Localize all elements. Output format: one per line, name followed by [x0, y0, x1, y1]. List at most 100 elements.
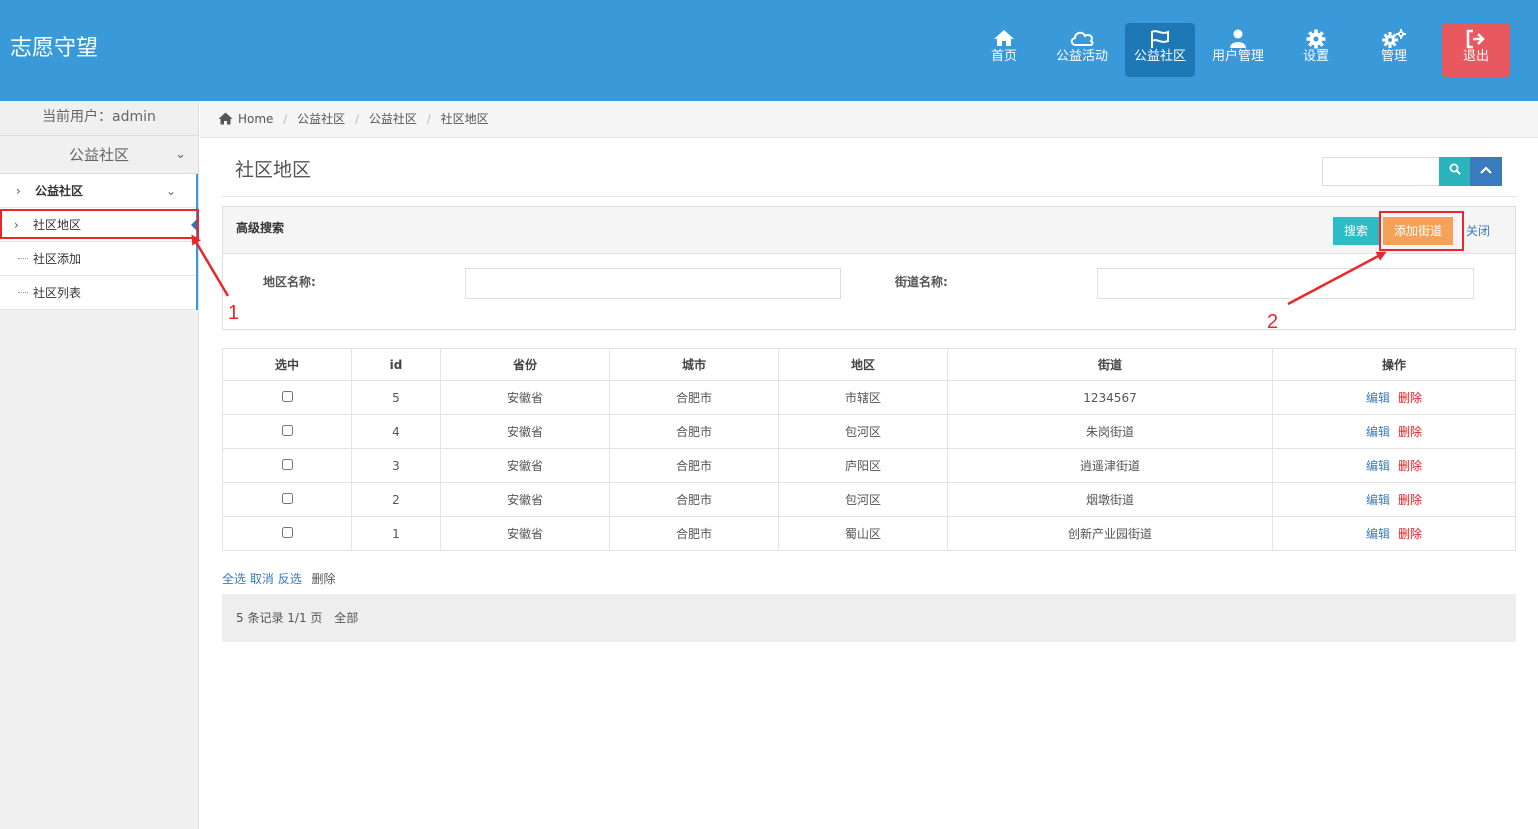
tree-dot-line	[18, 258, 28, 259]
cloud-icon	[1047, 23, 1117, 49]
region-name-input[interactable]	[465, 268, 841, 299]
breadcrumb-home[interactable]: Home	[238, 112, 273, 126]
top-header: 志愿守望 首页 公益活动 公益社区 用户管理 设置 管理 退出	[0, 0, 1538, 101]
sidebar-submenu-label: 公益社区	[35, 184, 84, 198]
quick-search-button[interactable]	[1439, 157, 1470, 186]
table-row: 2 安徽省 合肥市 包河区 烟墩街道 编辑 删除	[222, 482, 1516, 517]
column-header: 地区	[778, 348, 948, 381]
edit-link[interactable]: 编辑	[1366, 425, 1390, 439]
row-checkbox[interactable]	[281, 458, 293, 470]
breadcrumb-separator: /	[426, 112, 431, 126]
column-header[interactable]: id	[351, 348, 441, 381]
column-header: 省份	[440, 348, 610, 381]
region-table: 选中 id 省份 城市 地区 街道 操作 5 安徽省 合肥市 市辖区 12345…	[222, 348, 1516, 551]
cell-district: 庐阳区	[778, 448, 948, 483]
cell-actions: 编辑 删除	[1272, 448, 1516, 483]
advanced-search-panel: 高级搜索 搜索 添加街道 关闭 地区名称: 街道名称:	[222, 206, 1516, 330]
delete-link[interactable]: 删除	[1398, 527, 1422, 541]
table-header-row: 选中 id 省份 城市 地区 街道 操作	[222, 348, 1516, 381]
cell-district: 蜀山区	[778, 516, 948, 551]
search-button[interactable]: 搜索	[1333, 217, 1379, 245]
nav-settings[interactable]: 设置	[1281, 23, 1351, 77]
bulk-delete-link[interactable]: 删除	[312, 572, 336, 586]
breadcrumb: Home / 公益社区 / 公益社区 / 社区地区	[200, 101, 1538, 138]
close-search-link[interactable]: 关闭	[1466, 217, 1490, 245]
row-checkbox[interactable]	[281, 526, 293, 538]
invert-selection-link[interactable]: 反选	[278, 572, 302, 586]
select-all-link[interactable]: 全选	[222, 572, 246, 586]
cell-city: 合肥市	[609, 380, 779, 415]
column-header: 选中	[222, 348, 352, 381]
annotation-highlight-sidebar	[0, 209, 199, 239]
chevron-down-icon: ⌄	[165, 184, 176, 198]
chevron-up-icon	[1480, 164, 1492, 178]
nav-community-label: 公益社区	[1133, 49, 1186, 64]
sign-out-icon	[1442, 23, 1510, 49]
cell-province: 安徽省	[440, 380, 610, 415]
delete-link[interactable]: 删除	[1398, 391, 1422, 405]
annotation-highlight-add-button	[1379, 211, 1464, 251]
gears-icon	[1359, 23, 1429, 49]
nav-logout-label: 退出	[1462, 49, 1489, 64]
cell-province: 安徽省	[440, 516, 610, 551]
annotation-number-1: 1	[228, 302, 240, 324]
table-row: 1 安徽省 合肥市 蜀山区 创新产业园街道 编辑 删除	[222, 516, 1516, 551]
row-select-cell	[222, 448, 352, 483]
edit-link[interactable]: 编辑	[1366, 459, 1390, 473]
collapse-search-button[interactable]	[1470, 157, 1502, 186]
cancel-selection-link[interactable]: 取消	[250, 572, 274, 586]
search-icon	[1449, 163, 1461, 178]
nav-activities-label: 公益活动	[1055, 49, 1108, 64]
breadcrumb-item[interactable]: 公益社区	[369, 112, 417, 126]
edit-link[interactable]: 编辑	[1366, 493, 1390, 507]
sidebar-submenu-community[interactable]: › 公益社区 ⌄	[0, 174, 196, 208]
street-name-input[interactable]	[1097, 268, 1474, 299]
row-checkbox[interactable]	[281, 492, 293, 504]
table-row: 4 安徽省 合肥市 包河区 朱岗街道 编辑 删除	[222, 414, 1516, 449]
nav-home[interactable]: 首页	[969, 23, 1039, 77]
pagination-all-link[interactable]: 全部	[334, 611, 358, 625]
sidebar-item-add[interactable]: 社区添加	[0, 242, 196, 276]
cell-street: 创新产业园街道	[947, 516, 1273, 551]
edit-link[interactable]: 编辑	[1366, 527, 1390, 541]
cell-city: 合肥市	[609, 414, 779, 449]
cell-street: 朱岗街道	[947, 414, 1273, 449]
chevron-right-icon: ›	[16, 184, 21, 198]
sidebar-menu-title: 公益社区	[68, 146, 129, 164]
cell-city: 合肥市	[609, 482, 779, 517]
breadcrumb-item[interactable]: 公益社区	[297, 112, 345, 126]
sidebar-item-label: 社区添加	[33, 252, 82, 266]
delete-link[interactable]: 删除	[1398, 459, 1422, 473]
breadcrumb-separator: /	[354, 112, 360, 126]
sidebar-menu-header[interactable]: 公益社区 ⌄	[0, 136, 198, 174]
cell-province: 安徽省	[440, 448, 610, 483]
cell-city: 合肥市	[609, 448, 779, 483]
delete-link[interactable]: 删除	[1398, 425, 1422, 439]
cell-district: 市辖区	[778, 380, 948, 415]
user-icon	[1203, 23, 1273, 49]
nav-admin[interactable]: 管理	[1359, 23, 1429, 77]
column-header: 街道	[947, 348, 1273, 381]
cell-city: 合肥市	[609, 516, 779, 551]
sidebar-item-list[interactable]: 社区列表	[0, 276, 196, 310]
gear-icon	[1281, 23, 1351, 49]
row-checkbox[interactable]	[281, 424, 293, 436]
cell-id: 1	[351, 516, 441, 551]
edit-link[interactable]: 编辑	[1366, 391, 1390, 405]
divider	[222, 196, 1516, 197]
cell-province: 安徽省	[440, 414, 610, 449]
advanced-search-header: 高级搜索 搜索 添加街道 关闭	[223, 207, 1515, 254]
pagination-summary: 5 条记录 1/1 页	[236, 611, 323, 625]
nav-settings-label: 设置	[1302, 49, 1329, 64]
column-header: 操作	[1272, 348, 1516, 381]
nav-activities[interactable]: 公益活动	[1047, 23, 1117, 77]
quick-search-input[interactable]	[1322, 157, 1440, 186]
table-row: 5 安徽省 合肥市 市辖区 1234567 编辑 删除	[222, 380, 1516, 415]
nav-logout[interactable]: 退出	[1442, 23, 1510, 77]
nav-users[interactable]: 用户管理	[1203, 23, 1273, 77]
page-title: 社区地区	[235, 159, 312, 181]
row-checkbox[interactable]	[281, 390, 293, 402]
delete-link[interactable]: 删除	[1398, 493, 1422, 507]
nav-community[interactable]: 公益社区	[1125, 23, 1195, 77]
cell-id: 4	[351, 414, 441, 449]
